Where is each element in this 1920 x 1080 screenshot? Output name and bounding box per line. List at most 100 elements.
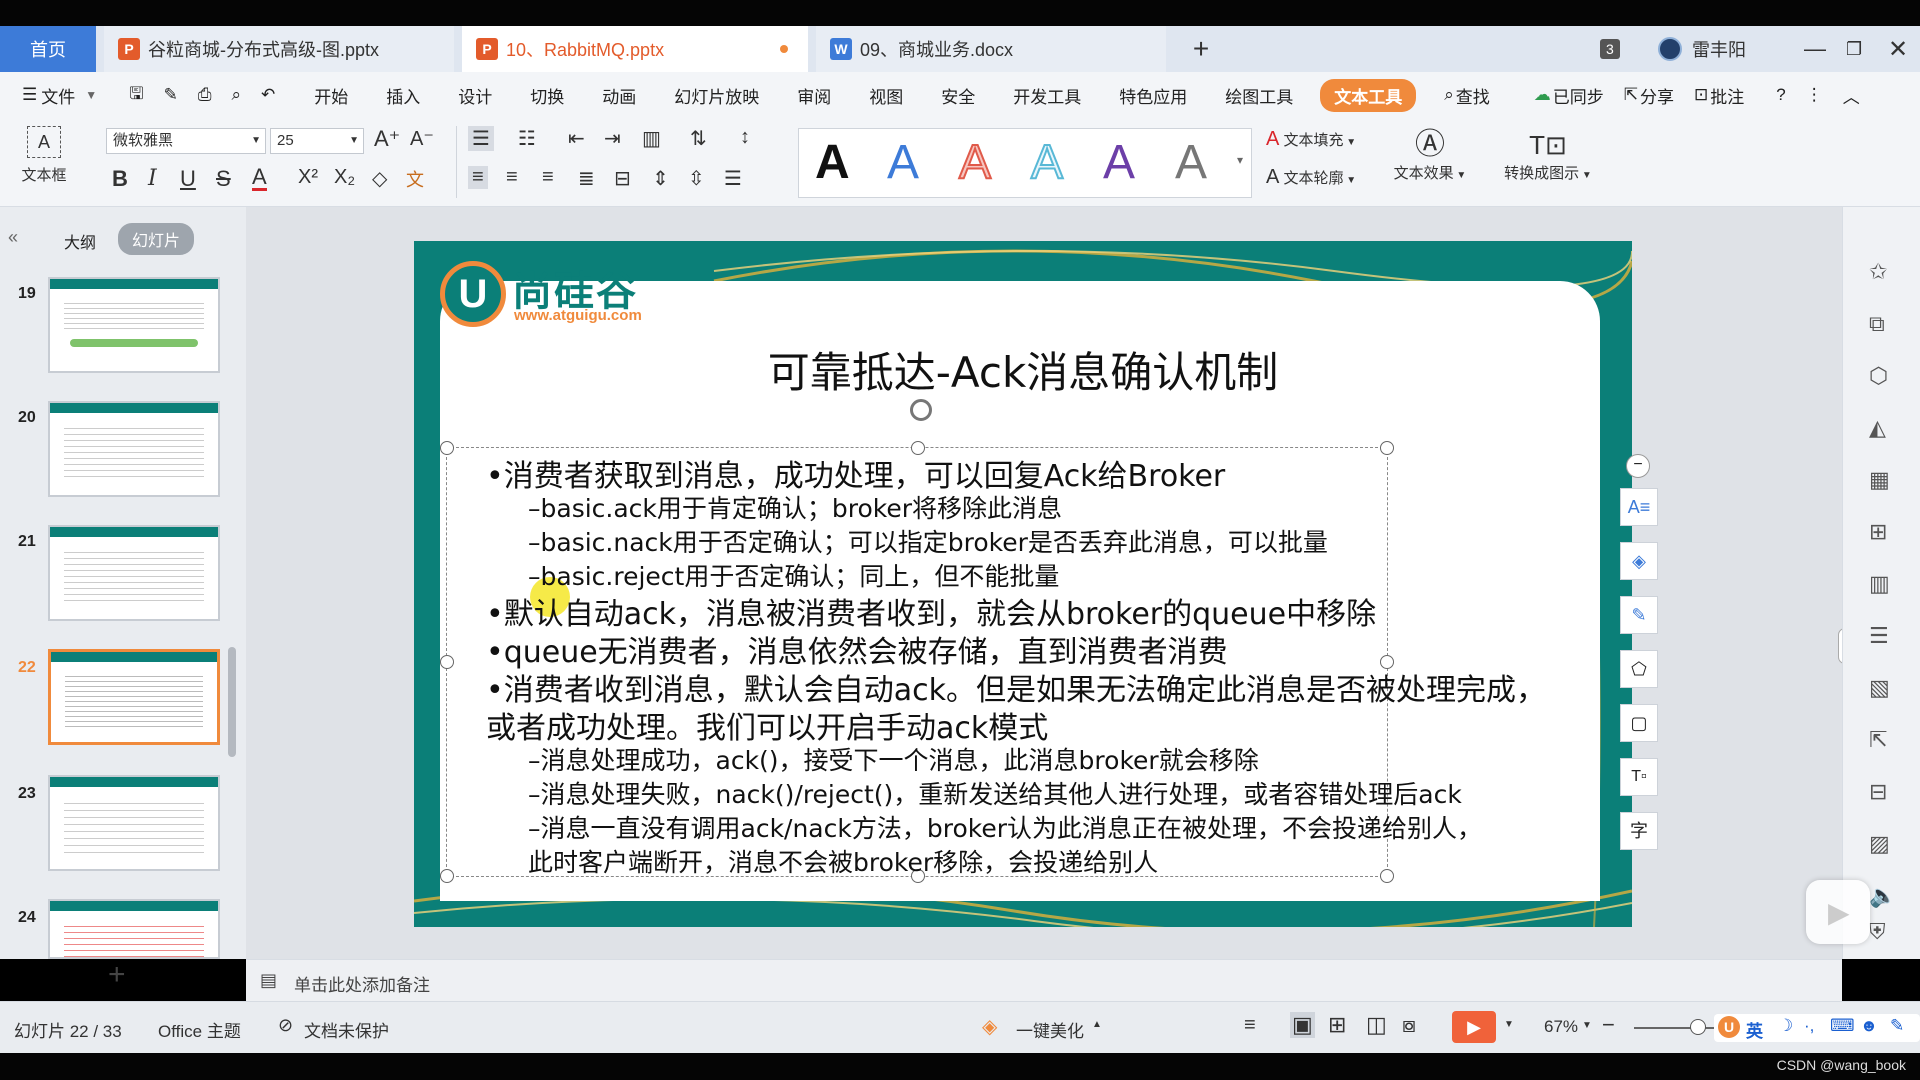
box-icon[interactable]: ⊟ (1869, 779, 1887, 805)
reading-view-icon[interactable]: ◫ (1366, 1012, 1387, 1038)
share-button[interactable]: 分享 (1640, 83, 1674, 108)
close-button[interactable]: ✕ (1888, 26, 1912, 72)
menu-developer[interactable]: 开发工具 (1013, 83, 1081, 108)
decrease-indent-icon[interactable]: ⇤ (568, 126, 585, 151)
chevron-down-icon[interactable]: ▼ (1504, 1019, 1514, 1030)
print-preview-icon[interactable]: ⌕ (231, 85, 241, 105)
align-right-icon[interactable]: ≡ (542, 166, 554, 189)
sorter-view-icon[interactable]: ⊞ (1328, 1012, 1346, 1038)
pinyin-icon[interactable]: 文 (406, 166, 424, 192)
zoom-out-button[interactable]: − (1602, 1012, 1615, 1038)
bold-icon[interactable]: B (112, 166, 128, 192)
line-spacing-icon[interactable]: ↕ (740, 126, 750, 149)
indent-spacing-icon[interactable]: ⇳ (688, 166, 705, 191)
slide-thumbnail-23[interactable] (48, 775, 220, 871)
protect-status[interactable]: 文档未保护 (304, 1017, 389, 1042)
text-style-icon[interactable]: A≡ (1620, 488, 1658, 526)
font-size-select[interactable]: 25 ▼ (270, 128, 364, 154)
rotate-handle-icon[interactable] (910, 399, 932, 421)
video-play-overlay[interactable]: ▶ (1806, 880, 1870, 944)
tab-file-3[interactable]: W 09、商城业务.docx (816, 26, 1166, 72)
paragraph-spacing-icon[interactable]: ⇕ (652, 166, 669, 191)
new-tab-button[interactable]: + (1186, 26, 1216, 72)
undo-icon[interactable]: ↶ (261, 85, 275, 105)
selection-handle[interactable] (440, 441, 454, 455)
slide-thumbnail-19[interactable] (48, 277, 220, 373)
paragraph-settings-icon[interactable]: ☰ (724, 166, 742, 191)
chevron-down-icon[interactable]: ▼ (85, 88, 97, 102)
text-style-cyan-outline[interactable]: A (1030, 135, 1064, 190)
menu-transition[interactable]: 切换 (530, 83, 564, 108)
chart-icon[interactable]: ▥ (1869, 571, 1890, 597)
increase-indent-icon[interactable]: ⇥ (604, 126, 621, 151)
ime-toolbar[interactable]: U 英 ☽ ·, ⌨ ☻ ✎ (1714, 1014, 1920, 1042)
help-icon[interactable]: ? (1776, 85, 1785, 105)
zoom-slider-thumb[interactable] (1690, 1019, 1706, 1035)
slide-thumbnail-20[interactable] (48, 401, 220, 497)
menu-start[interactable]: 开始 (314, 83, 348, 108)
menu-file[interactable]: 文件 (41, 83, 75, 108)
tab-file-2[interactable]: P 10、RabbitMQ.pptx (462, 26, 808, 72)
comment-button[interactable]: 批注 (1710, 83, 1744, 108)
table-icon[interactable]: ▦ (1869, 467, 1890, 493)
user-account[interactable]: 雷丰阳 (1658, 26, 1778, 72)
settings-sliders-icon[interactable]: ☰ (1869, 623, 1889, 649)
tab-home[interactable]: 首页 (0, 26, 96, 72)
menu-security[interactable]: 安全 (941, 83, 975, 108)
selection-handle[interactable] (1380, 869, 1394, 883)
text-fill-button[interactable]: A 文本填充 ▼ (1266, 128, 1356, 151)
columns-icon[interactable]: ▥ (642, 126, 661, 151)
selection-handle[interactable] (1380, 655, 1394, 669)
notes-toggle-icon[interactable]: ≡ (1244, 1014, 1256, 1037)
increase-font-icon[interactable]: A⁺ (374, 126, 400, 152)
play-slideshow-button[interactable]: ▶ (1452, 1011, 1496, 1043)
menu-view[interactable]: 视图 (869, 83, 903, 108)
shape-fill-icon[interactable]: ⬠ (1620, 650, 1658, 688)
menu-features[interactable]: 特色应用 (1119, 83, 1187, 108)
notes-area[interactable]: ▤ 单击此处添加备注 (246, 959, 1842, 1002)
tab-slides[interactable]: 幻灯片 (118, 223, 195, 255)
collapse-minus-icon[interactable]: − (1626, 454, 1650, 478)
export-icon[interactable]: ⇱ (1869, 727, 1887, 753)
volume-icon[interactable]: 🔈 (1869, 883, 1896, 909)
distribute-icon[interactable]: ⊟ (614, 166, 631, 191)
pin-icon[interactable]: ✩ (1869, 259, 1887, 285)
slide-title[interactable]: 可靠抵达-Ack消息确认机制 (414, 339, 1632, 400)
selection-handle[interactable] (1380, 441, 1394, 455)
zoom-level[interactable]: 67% (1544, 1017, 1578, 1037)
text-direction-icon[interactable]: ⇅ (690, 126, 707, 151)
slide-thumbnail-21[interactable] (48, 525, 220, 621)
text-style-black[interactable]: A (815, 135, 850, 190)
shield-icon[interactable]: ⛨ (1869, 919, 1886, 945)
superscript-icon[interactable]: X² (298, 166, 318, 189)
save-icon[interactable]: 🖫 (129, 81, 143, 110)
strikethrough-icon[interactable]: S (216, 166, 231, 192)
search-button[interactable]: 查找 (1456, 83, 1490, 108)
menu-design[interactable]: 设计 (458, 83, 492, 108)
selection-handle[interactable] (911, 869, 925, 883)
selection-handle[interactable] (440, 869, 454, 883)
print-icon[interactable]: ⎙ (198, 85, 212, 105)
character-icon[interactable]: 字 (1620, 812, 1658, 850)
subscript-icon[interactable]: X₂ (334, 166, 355, 189)
sync-button[interactable]: 已同步 (1553, 83, 1604, 108)
layers-icon[interactable]: ◈ (1620, 542, 1658, 580)
gallery-scroll-icon[interactable]: ▾ (1237, 153, 1243, 167)
grid-icon[interactable]: ⊞ (1869, 519, 1887, 545)
font-color-icon[interactable]: A (252, 166, 267, 191)
text-style-blue[interactable]: A (887, 135, 919, 190)
collapse-ribbon-icon[interactable]: ︿ (1843, 83, 1860, 108)
theme-name[interactable]: Office 主题 (158, 1017, 241, 1042)
textbox-button[interactable]: A 文本框 (14, 126, 74, 185)
justify-icon[interactable]: ≣ (578, 166, 595, 191)
underline-icon[interactable]: U (180, 166, 196, 192)
restore-button[interactable]: ❐ (1846, 26, 1870, 72)
font-name-select[interactable]: 微软雅黑 ▼ (106, 128, 266, 154)
picture-icon[interactable]: ▨ (1869, 831, 1890, 857)
tab-outline[interactable]: 大纲 (64, 229, 96, 253)
text-style-purple[interactable]: A (1103, 135, 1135, 190)
menu-slideshow[interactable]: 幻灯片放映 (674, 83, 759, 108)
collapse-panel-icon[interactable]: « (8, 227, 18, 248)
thumbnail-scrollbar[interactable] (228, 647, 236, 757)
image-frame-icon[interactable]: ▧ (1869, 675, 1890, 701)
